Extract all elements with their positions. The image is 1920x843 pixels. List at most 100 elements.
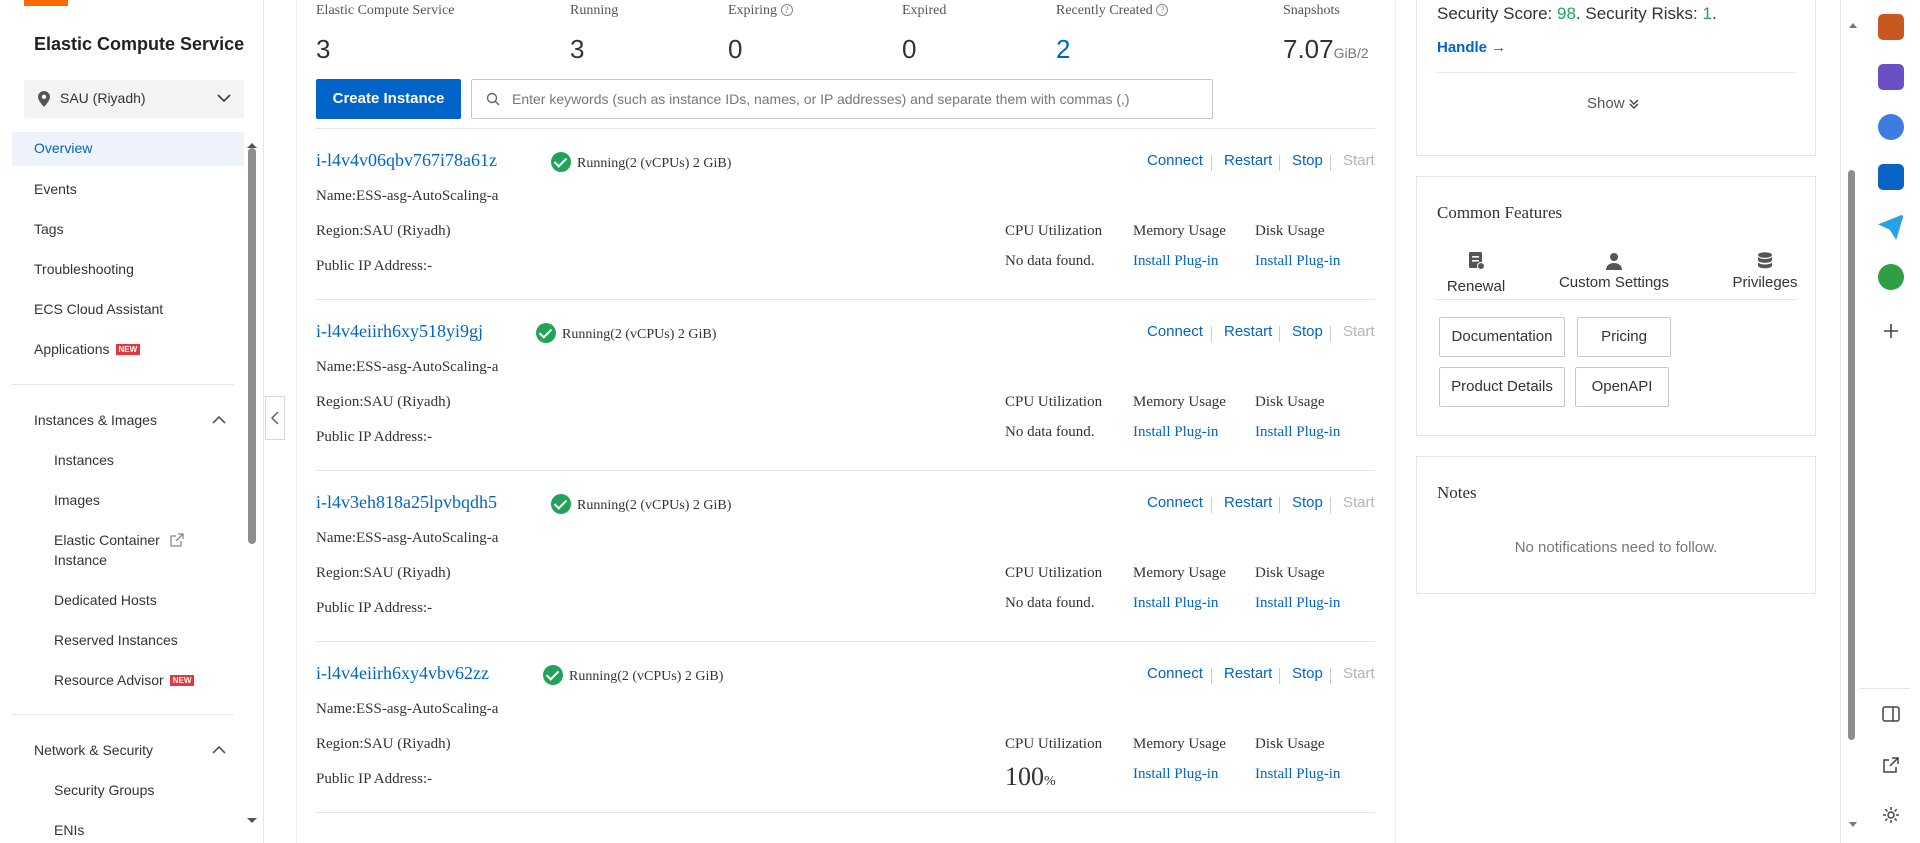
restart-link[interactable]: Restart bbox=[1224, 665, 1272, 682]
connect-link[interactable]: Connect bbox=[1147, 665, 1203, 682]
start-link[interactable]: Start bbox=[1343, 494, 1375, 511]
stat-value-snapshots[interactable]: 7.07GiB/2 bbox=[1283, 34, 1369, 65]
memory-install-plugin-link[interactable]: Install Plug-in bbox=[1133, 595, 1218, 612]
copilot-icon[interactable] bbox=[1878, 114, 1904, 140]
stop-link[interactable]: Stop bbox=[1292, 323, 1323, 340]
stop-link[interactable]: Stop bbox=[1292, 152, 1323, 169]
search-placeholder: Enter keywords (such as instance IDs, na… bbox=[512, 91, 1130, 107]
sidebar-item-label[interactable]: Instance bbox=[54, 552, 107, 568]
start-link[interactable]: Start bbox=[1343, 152, 1375, 169]
start-link[interactable]: Start bbox=[1343, 323, 1375, 340]
scroll-down-arrow-icon[interactable] bbox=[1849, 815, 1857, 833]
sidebar-item-instances[interactable]: Instances bbox=[54, 452, 114, 468]
sidebar-item-resource-advisor[interactable]: Resource Advisor NEW bbox=[54, 672, 195, 688]
disk-install-plugin-link[interactable]: Install Plug-in bbox=[1255, 595, 1340, 612]
stat-value-total[interactable]: 3 bbox=[316, 34, 330, 65]
sidebar-item-tags[interactable]: Tags bbox=[34, 221, 64, 237]
sidebar-item-security-groups[interactable]: Security Groups bbox=[54, 782, 154, 798]
region-select[interactable]: SAU (Riyadh) bbox=[24, 80, 244, 118]
chevron-up-icon[interactable] bbox=[209, 740, 229, 765]
sidebar-group-instances-images[interactable]: Instances & Images bbox=[34, 412, 157, 428]
restart-link[interactable]: Restart bbox=[1224, 494, 1272, 511]
pricing-button[interactable]: Pricing bbox=[1577, 317, 1671, 357]
tree-icon[interactable] bbox=[1878, 264, 1904, 290]
sidebar-item-enis[interactable]: ENIs bbox=[54, 822, 84, 838]
help-icon[interactable]: ? bbox=[780, 4, 793, 16]
cpu-utilization-value: No data found. bbox=[1005, 253, 1095, 269]
cpu-utilization-value: No data found. bbox=[1005, 424, 1095, 440]
restart-link[interactable]: Restart bbox=[1224, 152, 1272, 169]
stop-link[interactable]: Stop bbox=[1292, 665, 1323, 682]
disk-install-plugin-link[interactable]: Install Plug-in bbox=[1255, 766, 1340, 783]
instance-public-ip: Public IP Address:- bbox=[316, 600, 433, 616]
sidebar-item-label: Applications bbox=[34, 341, 110, 357]
settings-gear-icon[interactable] bbox=[1882, 806, 1900, 829]
sidebar-item-overview[interactable]: Overview bbox=[34, 140, 92, 156]
sidebar-item-reserved-instances[interactable]: Reserved Instances bbox=[54, 632, 178, 648]
sidebar-item-cloud-assistant[interactable]: ECS Cloud Assistant bbox=[34, 301, 163, 317]
check-circle-icon bbox=[543, 665, 563, 685]
disk-usage-label: Disk Usage bbox=[1255, 565, 1325, 581]
shortcut-privileges[interactable]: Privileges bbox=[1725, 251, 1805, 291]
connect-link[interactable]: Connect bbox=[1147, 152, 1203, 169]
instance-id-link[interactable]: i-l4v3eh818a25lpvbqdh5 bbox=[316, 492, 497, 513]
security-summary: Security Score: 98. Security Risks: 1. bbox=[1437, 4, 1717, 23]
stat-value-expired[interactable]: 0 bbox=[902, 34, 916, 65]
sidebar-item-events[interactable]: Events bbox=[34, 181, 77, 197]
sidebar-group-network-security[interactable]: Network & Security bbox=[34, 742, 153, 758]
card-separator bbox=[316, 470, 1375, 471]
user-settings-icon bbox=[1604, 253, 1624, 275]
shortcut-label: Privileges bbox=[1732, 274, 1798, 291]
instance-name: Name:ESS-asg-AutoScaling-a bbox=[316, 530, 499, 546]
sidebar-item-images[interactable]: Images bbox=[54, 492, 100, 508]
sidebar-item-elastic-container[interactable]: Elastic Container bbox=[54, 532, 184, 550]
security-risks: 1 bbox=[1702, 4, 1712, 23]
shortcut-custom-settings[interactable]: Custom Settings bbox=[1549, 251, 1679, 291]
memory-install-plugin-link[interactable]: Install Plug-in bbox=[1133, 424, 1218, 441]
search-input[interactable]: Enter keywords (such as instance IDs, na… bbox=[471, 79, 1213, 119]
stat-label-total: Elastic Compute Service bbox=[316, 3, 455, 18]
page-scrollbar[interactable] bbox=[1848, 170, 1855, 740]
chevron-up-icon[interactable] bbox=[209, 410, 229, 435]
stop-link[interactable]: Stop bbox=[1292, 494, 1323, 511]
stat-value-recently-created[interactable]: 2 bbox=[1056, 34, 1070, 65]
memory-install-plugin-link[interactable]: Install Plug-in bbox=[1133, 766, 1218, 783]
scroll-down-arrow-icon[interactable] bbox=[246, 812, 258, 830]
sidebar-scrollbar[interactable] bbox=[248, 148, 256, 544]
scroll-up-arrow-icon[interactable] bbox=[1849, 15, 1857, 33]
briefcase-icon[interactable] bbox=[1878, 14, 1904, 40]
open-external-icon[interactable] bbox=[1882, 756, 1900, 779]
show-toggle[interactable]: Show bbox=[1587, 95, 1639, 114]
create-instance-button[interactable]: Create Instance bbox=[316, 79, 461, 119]
help-icon[interactable]: ? bbox=[1156, 4, 1169, 16]
collapse-sidebar-button[interactable] bbox=[265, 396, 285, 440]
disk-install-plugin-link[interactable]: Install Plug-in bbox=[1255, 253, 1340, 270]
shortcut-renewal[interactable]: Renewal bbox=[1437, 251, 1515, 295]
sidebar-item-troubleshooting[interactable]: Troubleshooting bbox=[34, 261, 134, 277]
stat-value-expiring[interactable]: 0 bbox=[728, 34, 742, 65]
restart-link[interactable]: Restart bbox=[1224, 323, 1272, 340]
handle-link[interactable]: Handle → bbox=[1437, 39, 1506, 56]
connect-link[interactable]: Connect bbox=[1147, 494, 1203, 511]
instance-id-link[interactable]: i-l4v4eiirh6xy518yi9gj bbox=[316, 321, 483, 342]
product-details-button[interactable]: Product Details bbox=[1439, 367, 1565, 407]
region-select-value: SAU (Riyadh) bbox=[60, 90, 146, 106]
games-icon[interactable] bbox=[1878, 64, 1904, 90]
sidebar-item-dedicated-hosts[interactable]: Dedicated Hosts bbox=[54, 592, 157, 608]
documentation-button[interactable]: Documentation bbox=[1439, 317, 1565, 357]
connect-link[interactable]: Connect bbox=[1147, 323, 1203, 340]
action-separator bbox=[1279, 668, 1280, 684]
sidebar-layout-icon[interactable] bbox=[1882, 706, 1900, 727]
outlook-icon[interactable] bbox=[1878, 164, 1904, 190]
stat-value-running[interactable]: 3 bbox=[570, 34, 584, 65]
card-separator bbox=[316, 812, 1375, 813]
instance-id-link[interactable]: i-l4v4eiirh6xy4vbv62zz bbox=[316, 663, 489, 684]
disk-install-plugin-link[interactable]: Install Plug-in bbox=[1255, 424, 1340, 441]
instance-id-link[interactable]: i-l4v4v06qbv767i78a61z bbox=[316, 150, 497, 171]
sidebar-item-applications[interactable]: Applications NEW bbox=[34, 341, 141, 357]
start-link[interactable]: Start bbox=[1343, 665, 1375, 682]
memory-install-plugin-link[interactable]: Install Plug-in bbox=[1133, 253, 1218, 270]
action-separator bbox=[1211, 668, 1212, 684]
openapi-button[interactable]: OpenAPI bbox=[1575, 367, 1669, 407]
plus-icon[interactable] bbox=[1882, 322, 1900, 345]
